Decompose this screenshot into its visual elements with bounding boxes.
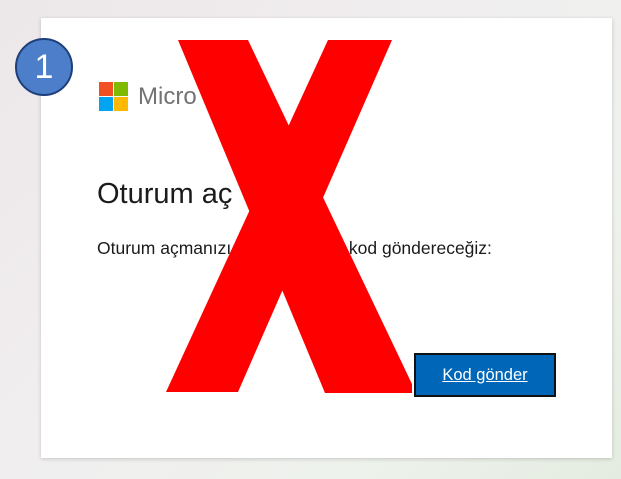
sign-in-dialog: Micro Oturum aç Oturum açmanızı için şur… <box>41 18 612 458</box>
send-code-button[interactable]: Kod gönder <box>414 353 556 397</box>
brand-name: Micro <box>138 83 197 110</box>
microsoft-logo-icon <box>99 82 128 111</box>
page-title: Oturum aç <box>97 178 233 210</box>
description-text: Oturum açmanızı için şuraya bir kod gönd… <box>97 238 492 258</box>
step-number-badge: 1 <box>15 38 73 96</box>
